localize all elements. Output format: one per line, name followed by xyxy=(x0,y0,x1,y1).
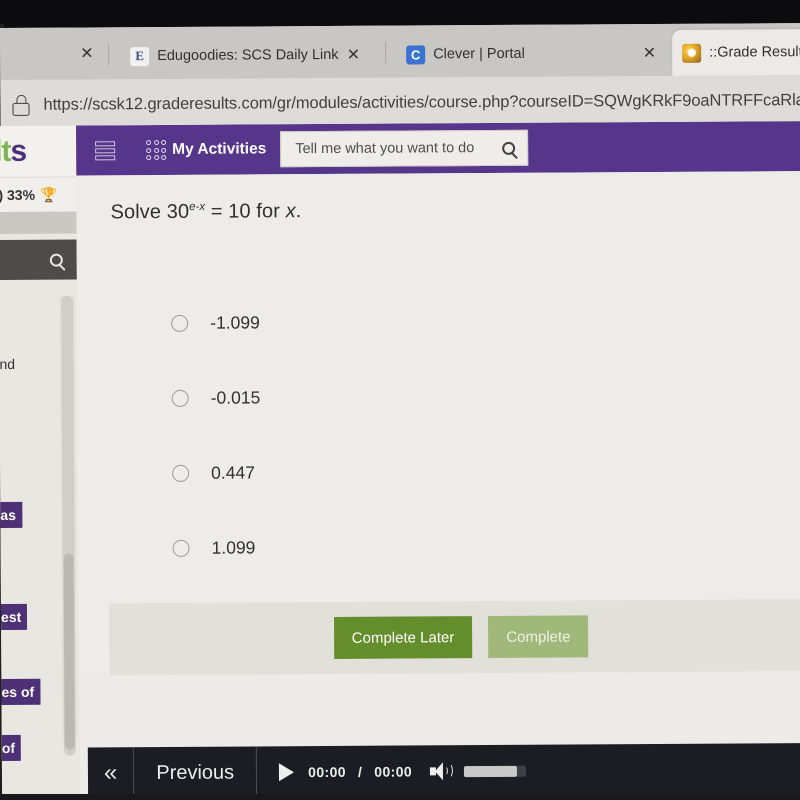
back-button[interactable]: « xyxy=(88,747,134,799)
search-placeholder: Tell me what you want to do xyxy=(295,140,475,158)
question-period: . xyxy=(295,200,302,223)
browser-tab-grade-results[interactable]: ✺ ::Grade Results xyxy=(672,28,800,76)
tab-close-button-2[interactable]: ✕ xyxy=(643,43,657,63)
scrollbar-thumb[interactable] xyxy=(63,553,75,750)
sidebar-item-label: as xyxy=(0,501,23,528)
complete-later-button[interactable]: Complete Later xyxy=(333,616,473,659)
radio-button[interactable] xyxy=(171,314,189,332)
sidebar-item-label: of xyxy=(1,734,22,761)
sidebar-item-label: est xyxy=(0,603,28,630)
tab-divider xyxy=(108,43,110,66)
logo-purple-text: s xyxy=(10,134,27,168)
progress-percent: ) 33% xyxy=(0,186,36,203)
progress-indicator: ) 33% 🏆 xyxy=(0,177,77,212)
answer-option-1[interactable]: -1.099 xyxy=(171,282,800,361)
screenshot-photo: ✕ E Edugoodies: SCS Daily Links - ed ✕ C… xyxy=(0,0,800,800)
clever-icon: C xyxy=(406,44,426,65)
answer-option-2[interactable]: -0.015 xyxy=(171,357,800,436)
radio-button[interactable] xyxy=(171,389,189,407)
photo-bottom-edge xyxy=(0,794,800,800)
logo-green-text: lt xyxy=(0,134,11,168)
search-icon xyxy=(49,253,63,267)
question-area: Solve 30e-x = 10 for x. -1.099 -0.015 0.… xyxy=(76,171,800,676)
radio-button[interactable] xyxy=(172,464,190,482)
toolbar-title: My Activities xyxy=(172,140,267,158)
tab-divider xyxy=(385,41,387,64)
edugoodies-icon: E xyxy=(130,46,150,66)
answer-option-4[interactable]: 1.099 xyxy=(172,507,800,586)
complete-button[interactable]: Complete xyxy=(488,615,589,659)
volume-icon[interactable] xyxy=(430,762,454,781)
sidebar-item-label: es of xyxy=(1,678,41,705)
app-toolbar: My Activities Tell me what you want to d… xyxy=(75,121,800,176)
current-time: 00:00 xyxy=(308,763,346,781)
double-chevron-left-icon: « xyxy=(103,759,118,787)
tab-title: Edugoodies: SCS Daily Links - ed xyxy=(157,46,339,65)
sidebar-item-label: nd xyxy=(0,355,16,372)
answer-option-3[interactable]: 0.447 xyxy=(172,432,800,511)
tab-title: Clever | Portal xyxy=(433,45,525,63)
browser-tab-clever[interactable]: C Clever | Portal ✕ xyxy=(396,29,667,78)
tell-me-search-box[interactable]: Tell me what you want to do xyxy=(280,129,529,168)
main-content: My Activities Tell me what you want to d… xyxy=(75,121,800,800)
media-controls: 00:00 / 00:00 xyxy=(257,745,542,799)
answer-option-label: -0.015 xyxy=(210,387,261,408)
sidebar-scrollbar[interactable] xyxy=(59,295,78,756)
lock-icon xyxy=(12,94,30,116)
tab-close-button-1[interactable]: ✕ xyxy=(347,45,361,65)
sidebar-progress-bar xyxy=(0,211,77,234)
apps-grid-icon[interactable] xyxy=(146,139,167,161)
question-variable: x xyxy=(285,200,296,223)
answer-option-label: 0.447 xyxy=(211,462,255,483)
grade-results-app: lts ) 33% 🏆 nd as est es of of My Activi… xyxy=(0,121,800,800)
action-bar: Complete Later Complete xyxy=(108,599,800,676)
answer-option-label: -1.099 xyxy=(210,312,260,333)
grade-results-icon: ✺ xyxy=(682,43,702,63)
tab-close-button-0[interactable]: ✕ xyxy=(80,43,94,63)
play-icon[interactable] xyxy=(279,763,295,782)
answer-option-label: 1.099 xyxy=(211,537,256,558)
hamburger-menu-icon[interactable] xyxy=(88,137,122,163)
trophy-icon: 🏆 xyxy=(39,186,58,203)
volume-slider-fill xyxy=(464,765,517,777)
question-text: Solve 30e-x = 10 for x. xyxy=(110,197,800,224)
sidebar-search-input[interactable] xyxy=(0,239,77,280)
question-suffix: = 10 for xyxy=(205,200,286,223)
time-separator: / xyxy=(357,763,363,780)
previous-button[interactable]: Previous xyxy=(134,746,256,799)
browser-tabstrip: ✕ E Edugoodies: SCS Daily Links - ed ✕ C… xyxy=(0,23,800,80)
question-prefix: Solve 30 xyxy=(110,200,190,224)
question-exponent: e-x xyxy=(189,201,206,214)
answer-options: -1.099 -0.015 0.447 1.099 xyxy=(111,282,800,586)
radio-button[interactable] xyxy=(172,539,190,557)
grade-results-logo[interactable]: lts xyxy=(0,125,77,178)
url-text: https://scsk12.graderesults.com/gr/modul… xyxy=(43,90,800,114)
tab-title: ::Grade Results xyxy=(709,44,800,61)
volume-slider[interactable] xyxy=(464,765,527,777)
search-icon xyxy=(502,141,516,155)
player-navigation-bar: « Previous 00:00 / 00:00 xyxy=(87,743,800,800)
browser-chrome: ✕ E Edugoodies: SCS Daily Links - ed ✕ C… xyxy=(0,23,800,130)
duration: 00:00 xyxy=(374,763,413,780)
browser-tab-edugoodies[interactable]: E Edugoodies: SCS Daily Links - ed ✕ xyxy=(120,31,371,80)
